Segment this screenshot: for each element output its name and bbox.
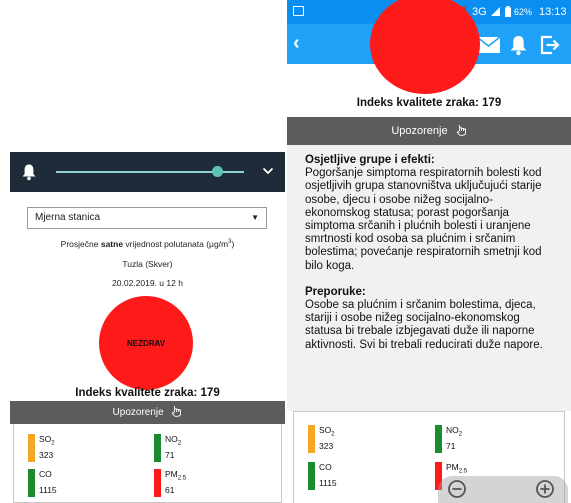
sensitive-groups-text: Pogoršanje simptoma respiratornih bolest… [305,167,542,272]
clock: 13:13 [539,6,567,18]
bell-icon[interactable] [21,163,37,181]
hand-pointer-icon [172,406,182,417]
zoom-out-icon[interactable] [447,479,467,499]
pollutant-no2[interactable]: NO2 71 [435,425,462,453]
bell-icon[interactable] [509,34,528,56]
pollutant-no2[interactable]: NO2 71 [154,434,181,462]
pollutant-value: 323 [39,449,54,460]
aqi-status-label: NEZDRAV [126,338,166,348]
logout-icon[interactable] [540,35,560,55]
dropdown-caret-icon: ▼ [251,213,259,222]
aqi-status-circle: NEZDRAV [99,296,193,390]
pollutant-color-bar [308,462,315,490]
pollutant-value: 323 [319,440,334,451]
hand-pointer-icon [456,125,466,136]
time-slider-thumb[interactable] [212,166,224,177]
pollutant-so2[interactable]: SO2 323 [308,425,335,453]
aqi-title: Indeks kvalitete zraka: 179 [75,387,220,399]
pollutant-name: SO [319,425,332,435]
pollutant-name: NO [165,434,178,444]
pollutant-color-bar [154,469,161,497]
pollutants-panel: SO2 323 NO2 71 CO 1115 PM2.5 61 [13,424,282,503]
aqi-status-circle [370,0,480,94]
battery-icon [505,6,511,17]
pollutant-value: 61 [165,484,175,495]
pollutant-name: NO [446,425,459,435]
datetime-label: 20.02.2019. u 12 h [112,278,183,288]
pollutant-color-bar [28,434,35,462]
pollutant-value: 71 [446,440,456,451]
pollutant-value: 1115 [319,477,337,488]
pollutant-pm25[interactable]: PM2.5 61 [154,469,186,497]
station-select-value: Mjerna stanica [35,212,101,223]
image-notification-icon [293,6,304,16]
left-screen: Mjerna stanica ▼ Prosječne satne vrijedn… [10,152,285,503]
pollutant-name: CO [39,469,52,479]
pollutant-name: PM [165,469,178,479]
station-select[interactable]: Mjerna stanica ▼ [27,207,267,229]
pollutant-color-bar [308,425,315,453]
signal-icon [491,7,500,16]
top-toolbar [10,152,285,192]
right-screen: ⏰ 3G 62% 13:13 ‹ Indeks kvalitete zraka:… [287,0,571,503]
warning-button-label: Upozorenje [391,125,448,137]
warning-button[interactable]: Upozorenje [10,401,285,424]
pollutant-color-bar [435,425,442,453]
mail-icon[interactable] [477,37,500,53]
battery-percent: 62% [514,7,533,17]
pollutant-name: PM [446,462,459,472]
sensitive-groups-heading: Osjetljive grupe i efekti: [305,154,435,166]
pollutant-value: 1115 [39,484,57,495]
chevron-down-icon[interactable] [262,166,274,176]
pollutant-name: CO [319,462,332,472]
location-label: Tuzla (Skver) [122,259,173,269]
recommendations-text: Osobe sa plućnim i srčanim bolestima, dj… [305,299,543,351]
pollutant-so2[interactable]: SO2 323 [28,434,55,462]
pollutant-value: 71 [165,449,175,460]
network-type: 3G [472,6,487,18]
warning-button[interactable]: Upozorenje [287,117,571,145]
pollutant-color-bar [28,469,35,497]
back-arrow-icon[interactable]: ‹ [293,32,300,55]
pollutant-co[interactable]: CO 1115 [28,469,57,497]
average-values-label: Prosječne satne vrijednost polutanata (μ… [60,239,235,249]
aqi-title: Indeks kvalitete zraka: 179 [356,97,502,109]
recommendations-heading: Preporuke: [305,285,366,298]
pollutant-name: SO [39,434,52,444]
warning-button-label: Upozorenje [112,407,164,418]
pollutant-color-bar [154,434,161,462]
pollutant-co[interactable]: CO 1115 [308,462,337,490]
zoom-controls [438,476,568,503]
warning-details: Osjetljive grupe i efekti: Pogoršanje si… [287,145,571,411]
zoom-in-icon[interactable] [535,479,555,499]
